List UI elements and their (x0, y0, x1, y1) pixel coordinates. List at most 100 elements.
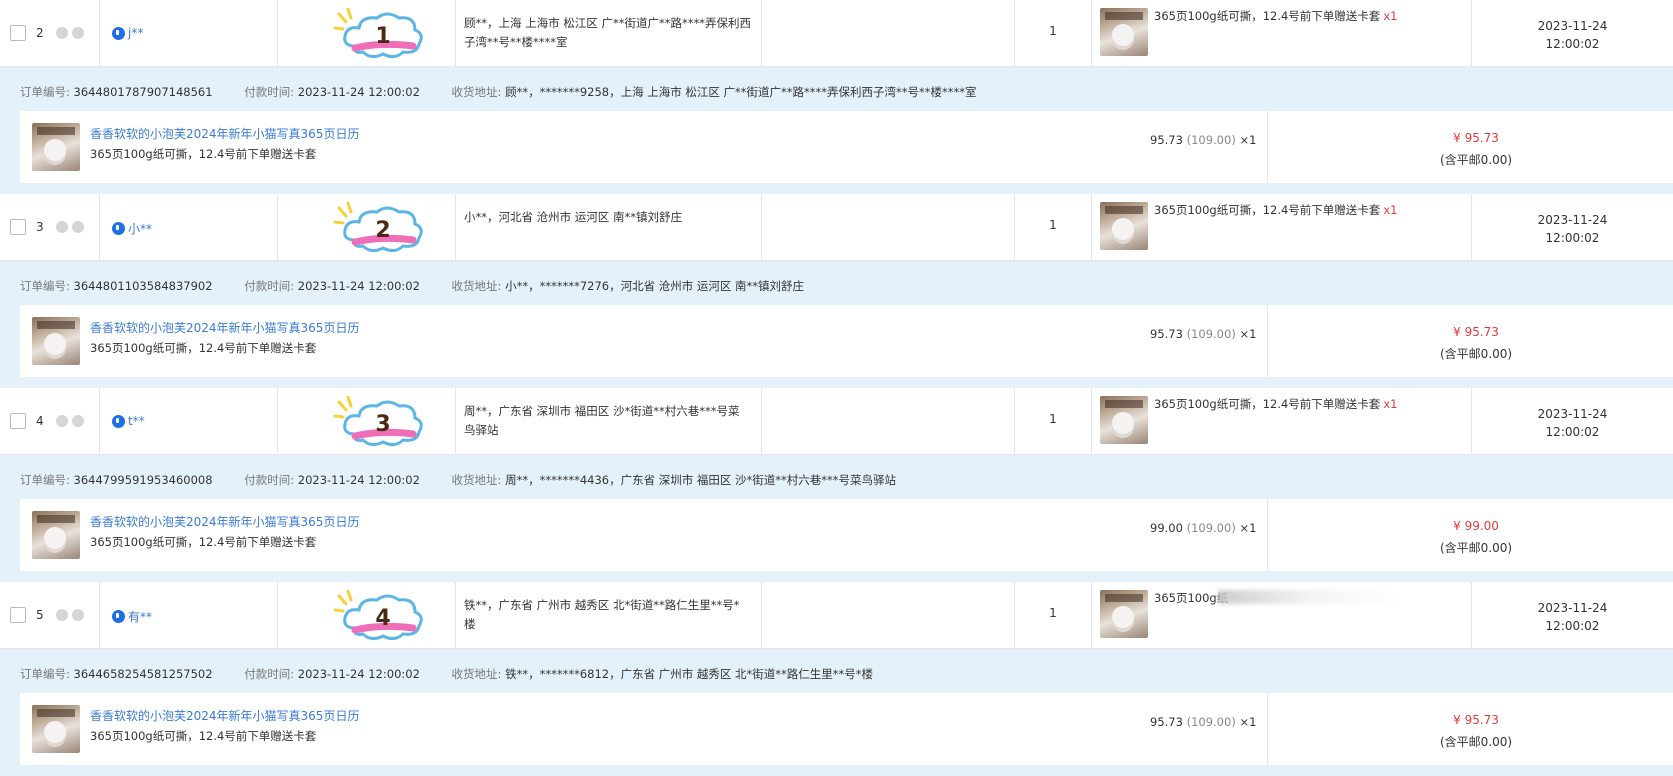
paid-amount: ¥ 95.73 (1453, 131, 1499, 145)
address-cell: 顾**，上海 上海市 松江区 广**街道广**路****弄保利西 子湾**号**… (456, 0, 762, 66)
wangwang-chat-icon[interactable] (112, 414, 125, 428)
buyer-link[interactable]: t** (112, 414, 145, 428)
quantity-cell: 1 (1015, 0, 1092, 66)
order-no-label: 订单编号: (20, 473, 70, 487)
address-cell: 小**，河北省 沧州市 运河区 南**镇刘舒庄 (456, 194, 762, 260)
item-sku: 365页100g纸可撕，12.4号前下单赠送卡套 (90, 729, 317, 743)
status-dot-icon (72, 221, 84, 233)
item-title-link[interactable]: 香香软软的小泡芙2024年新年小猫写真365页日历 (90, 513, 359, 530)
row-checkbox[interactable] (10, 413, 26, 429)
row-select-cell: 2 (0, 0, 100, 66)
order-detail-band: 订单编号: 3644799591953460008 付款时间: 2023-11-… (0, 455, 1673, 582)
wangwang-chat-icon[interactable] (112, 610, 125, 623)
buyer-link[interactable]: 小** (112, 220, 152, 237)
quantity-value: 1 (1049, 606, 1057, 620)
wangwang-chat-icon[interactable] (112, 222, 125, 235)
quantity-cell: 1 (1015, 194, 1092, 260)
buyer-cell: 小** (100, 194, 278, 260)
address-cell: 铁**，广东省 广州市 越秀区 北*街道**路仁生里**号* 楼 (456, 582, 762, 648)
item-thumbnail[interactable] (32, 511, 80, 559)
item-price: 99.00 (109.00) ×1 (1150, 521, 1256, 535)
payment-summary: ¥ 99.00 (含平邮0.00) (1440, 515, 1512, 559)
item-card: 香香软软的小泡芙2024年新年小猫写真365页日历 365页100g纸可撕，12… (20, 499, 1673, 571)
product-qty: x1 (1383, 397, 1398, 411)
row-index: 4 (36, 414, 44, 428)
order-list: 2 j** 1 顾**，上海 上海市 松江区 广**街道广**路****弄保利西… (0, 0, 1673, 776)
annotation-cell: 3 (278, 388, 456, 454)
order-meta: 订单编号: 3644799591953460008 付款时间: 2023-11-… (20, 472, 896, 488)
blurred-text-mask (1218, 590, 1398, 604)
cloud-number-sticker: 2 (333, 202, 423, 253)
recv-label: 收货地址: (451, 85, 502, 99)
item-sku: 365页100g纸可撕，12.4号前下单赠送卡套 (90, 147, 317, 161)
item-title-link[interactable]: 香香软软的小泡芙2024年新年小猫写真365页日历 (90, 125, 359, 142)
order-detail-band: 订单编号: 3644801787907148561 付款时间: 2023-11-… (0, 67, 1673, 194)
address-line: 铁**，广东省 广州市 越秀区 北*街道**路仁生里**号* (464, 598, 740, 612)
unit-price: 95.73 (1150, 327, 1183, 341)
address-line: 周**，广东省 深圳市 福田区 沙*街道**村六巷***号菜 (464, 404, 740, 418)
order-summary-row[interactable]: 5 有** 4 铁**，广东省 广州市 越秀区 北*街道**路仁生里**号* 楼… (0, 582, 1673, 649)
unit-price: 95.73 (1150, 133, 1183, 147)
shipping-note: (含平邮0.00) (1440, 347, 1513, 361)
item-sku: 365页100g纸可撕，12.4号前下单赠送卡套 (90, 341, 317, 355)
recv-address: 周**，*******4436，广东省 深圳市 福田区 沙*街道**村六巷***… (505, 473, 897, 487)
item-thumbnail[interactable] (32, 705, 80, 753)
row-checkbox[interactable] (10, 607, 26, 623)
recv-label: 收货地址: (451, 667, 502, 681)
item-title-link[interactable]: 香香软软的小泡芙2024年新年小猫写真365页日历 (90, 319, 359, 336)
pay-time: 2023-11-24 12:00:02 (297, 473, 420, 487)
order-time: 12:00:02 (1545, 619, 1600, 633)
buyer-link[interactable]: j** (112, 26, 143, 40)
order-group: 4 t** 3 周**，广东省 深圳市 福田区 沙*街道**村六巷***号菜 鸟… (0, 388, 1673, 582)
product-spec: 365页100g纸可撕，12.4号前下单赠送卡套 (1154, 397, 1381, 411)
order-detail-band: 订单编号: 3644658254581257502 付款时间: 2023-11-… (0, 649, 1673, 776)
unit-price: 99.00 (1150, 521, 1183, 535)
payment-summary: ¥ 95.73 (含平邮0.00) (1440, 127, 1512, 171)
unit-price: 95.73 (1150, 715, 1183, 729)
order-no[interactable]: 3644799591953460008 (74, 473, 213, 487)
item-thumbnail[interactable] (32, 317, 80, 365)
row-checkbox[interactable] (10, 219, 26, 235)
item-price: 95.73 (109.00) ×1 (1150, 327, 1256, 341)
item-card: 香香软软的小泡芙2024年新年小猫写真365页日历 365页100g纸可撕，12… (20, 305, 1673, 377)
status-dot-icon (56, 415, 68, 427)
buyer-link[interactable]: 有** (112, 608, 152, 625)
row-select-cell: 4 (0, 388, 100, 454)
original-price: (109.00) (1186, 133, 1236, 147)
product-cell: 365页100g纸可撕，12.4号前下单赠送卡套 x1 (1092, 0, 1472, 66)
cloud-number-sticker: 1 (333, 8, 423, 59)
item-title-link[interactable]: 香香软软的小泡芙2024年新年小猫写真365页日历 (90, 707, 359, 724)
address-line: 小**，河北省 沧州市 运河区 南**镇刘舒庄 (464, 210, 682, 224)
paid-amount: ¥ 95.73 (1453, 713, 1499, 727)
original-price: (109.00) (1186, 521, 1236, 535)
pay-time-label: 付款时间: (244, 279, 295, 293)
item-price: 95.73 (109.00) ×1 (1150, 715, 1256, 729)
cloud-number-sticker: 3 (333, 396, 423, 447)
row-select-cell: 5 (0, 582, 100, 648)
row-checkbox[interactable] (10, 25, 26, 41)
order-summary-row[interactable]: 2 j** 1 顾**，上海 上海市 松江区 广**街道广**路****弄保利西… (0, 0, 1673, 67)
product-thumbnail[interactable] (1100, 202, 1148, 250)
product-thumbnail[interactable] (1100, 590, 1148, 638)
order-no[interactable]: 3644801787907148561 (74, 85, 213, 99)
recv-label: 收货地址: (451, 279, 502, 293)
paid-amount: ¥ 99.00 (1453, 519, 1499, 533)
address-line: 鸟驿站 (464, 423, 499, 437)
order-no[interactable]: 3644801103584837902 (74, 279, 213, 293)
item-thumbnail[interactable] (32, 123, 80, 171)
wangwang-chat-icon[interactable] (112, 26, 125, 40)
product-cell: 365页100g纸 (1092, 582, 1472, 648)
product-thumbnail[interactable] (1100, 396, 1148, 444)
empty-cell (762, 194, 1015, 260)
product-thumbnail[interactable] (1100, 8, 1148, 56)
item-card: 香香软软的小泡芙2024年新年小猫写真365页日历 365页100g纸可撕，12… (20, 111, 1673, 183)
divider (1267, 693, 1268, 765)
order-summary-row[interactable]: 3 小** 2 小**，河北省 沧州市 运河区 南**镇刘舒庄 1 365页10… (0, 194, 1673, 261)
order-no-label: 订单编号: (20, 667, 70, 681)
order-date: 2023-11-24 (1537, 19, 1608, 33)
order-no[interactable]: 3644658254581257502 (74, 667, 213, 681)
order-summary-row[interactable]: 4 t** 3 周**，广东省 深圳市 福田区 沙*街道**村六巷***号菜 鸟… (0, 388, 1673, 455)
item-qty: ×1 (1239, 133, 1257, 147)
status-dot-icon (56, 221, 68, 233)
paid-amount: ¥ 95.73 (1453, 325, 1499, 339)
